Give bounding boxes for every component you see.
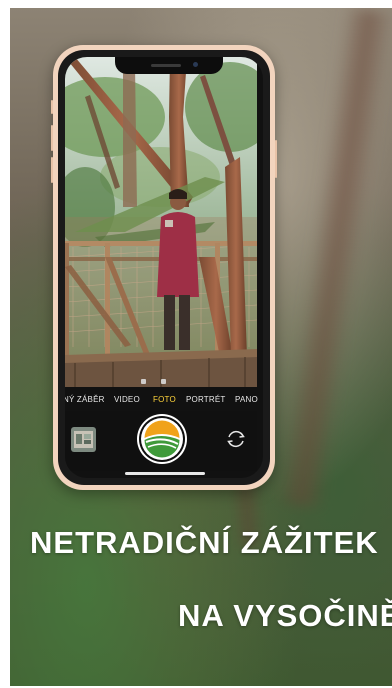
headline-line-2: NA VYSOČINĚ	[178, 598, 392, 633]
last-photo-thumbnail[interactable]	[71, 427, 96, 452]
camera-viewfinder[interactable]	[65, 57, 257, 387]
shutter-button[interactable]	[141, 418, 183, 460]
phone-mute-switch	[51, 100, 53, 114]
background-tree-trunk	[275, 8, 392, 510]
front-camera	[193, 62, 198, 67]
mode-video[interactable]: VIDEO	[114, 395, 140, 404]
mode-photo[interactable]: FOTO	[153, 395, 176, 404]
phone-power-button	[275, 140, 277, 178]
camera-controls-bar	[65, 411, 257, 471]
headline-line-1: NETRADIČNÍ ZÁŽITEK	[30, 525, 379, 560]
mode-slowmo[interactable]: NÝ ZÁBĚR	[65, 395, 105, 404]
phone-mockup: NÝ ZÁBĚR VIDEO FOTO PORTRÉT PANO	[51, 45, 277, 490]
mode-portrait[interactable]: PORTRÉT	[186, 395, 225, 404]
speaker-grille	[151, 64, 181, 67]
home-indicator[interactable]	[125, 472, 205, 475]
phone-volume-down	[51, 157, 53, 183]
mode-pano[interactable]: PANO	[235, 395, 258, 404]
camera-flip-icon[interactable]	[225, 428, 247, 450]
phone-notch	[115, 57, 223, 74]
camera-mode-selector: NÝ ZÁBĚR VIDEO FOTO PORTRÉT PANO	[65, 395, 258, 411]
phone-bezel: NÝ ZÁBĚR VIDEO FOTO PORTRÉT PANO	[58, 50, 270, 485]
brand-logo-icon	[143, 420, 181, 458]
camera-screen: NÝ ZÁBĚR VIDEO FOTO PORTRÉT PANO	[65, 57, 263, 478]
phone-volume-up	[51, 125, 53, 151]
